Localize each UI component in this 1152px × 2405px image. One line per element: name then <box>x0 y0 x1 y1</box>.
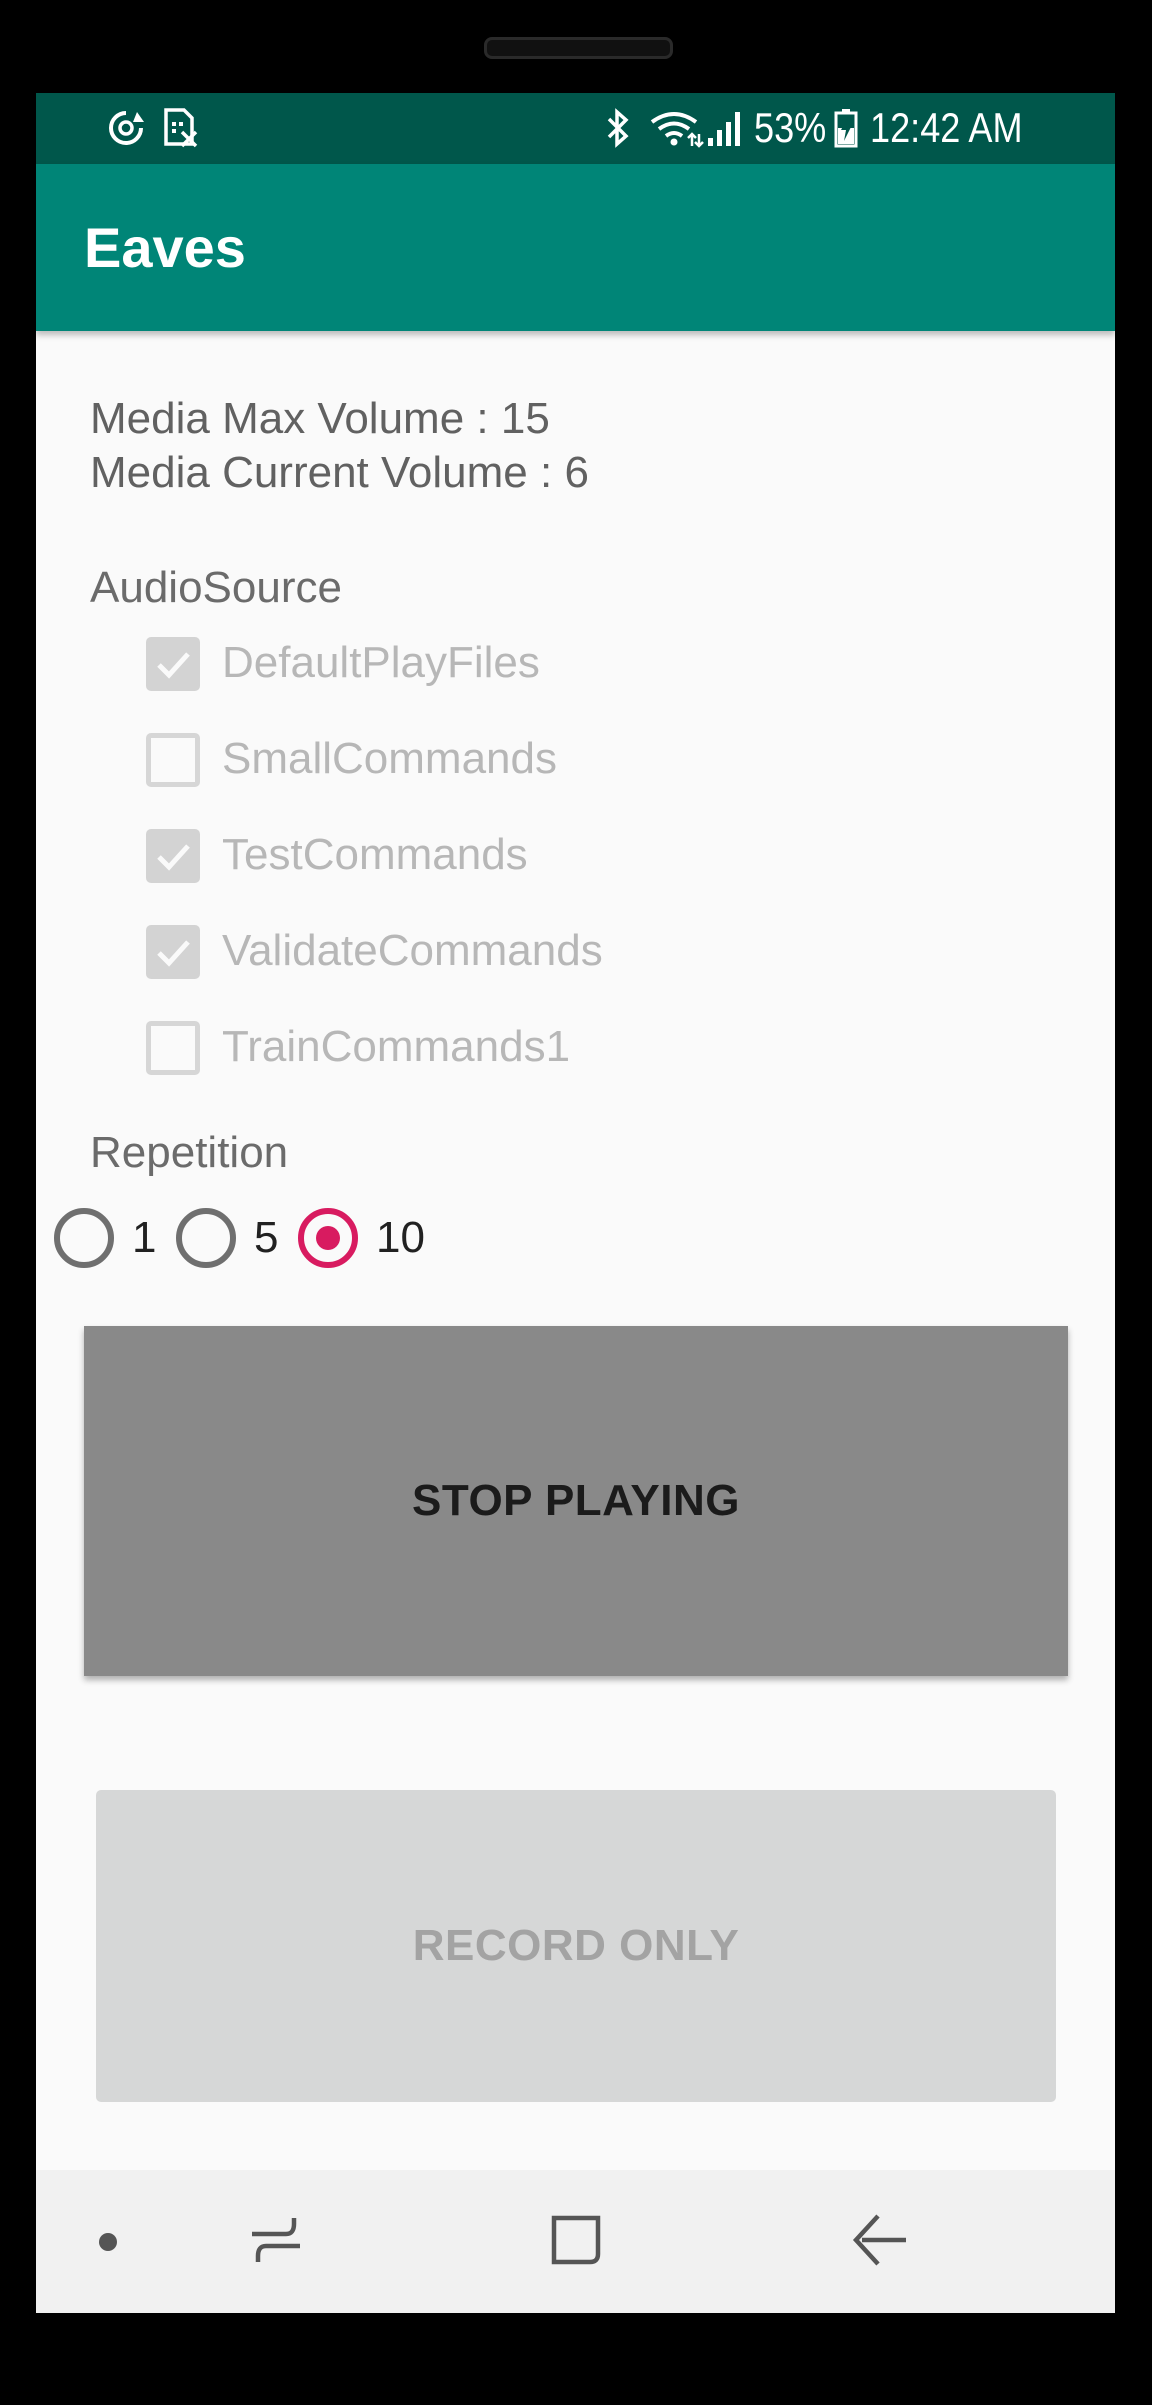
sync-icon <box>109 111 144 145</box>
checkbox-label: TestCommands <box>222 830 528 879</box>
screen: 53% 12:42 AM Eaves Media Max Volume : 15… <box>36 93 1115 2313</box>
checkbox-test-commands[interactable]: TestCommands <box>146 821 846 891</box>
wifi-icon <box>650 112 704 148</box>
checkbox-unchecked-icon[interactable] <box>146 733 200 787</box>
radio-label: 5 <box>254 1213 279 1262</box>
home-icon[interactable] <box>546 2210 606 2270</box>
battery-percent: 53% <box>754 104 827 151</box>
signal-icon <box>708 112 740 146</box>
phone-frame: 53% 12:42 AM Eaves Media Max Volume : 15… <box>0 0 1152 2405</box>
app-bar: Eaves <box>36 164 1115 331</box>
radio-selected-icon[interactable] <box>298 1208 358 1268</box>
checkbox-checked-icon[interactable] <box>146 637 200 691</box>
checkbox-label: ValidateCommands <box>222 926 603 975</box>
checkbox-unchecked-icon[interactable] <box>146 1021 200 1075</box>
radio-option-5[interactable]: 5 <box>176 1198 286 1278</box>
checkbox-checked-icon[interactable] <box>146 925 200 979</box>
checkbox-train-commands-1[interactable]: TrainCommands1 <box>146 1013 846 1077</box>
record-only-button[interactable]: RECORD ONLY <box>96 1790 1056 2102</box>
radio-option-10[interactable]: 10 <box>298 1198 448 1278</box>
audio-source-label: AudioSource <box>90 563 342 612</box>
bluetooth-icon <box>607 108 629 148</box>
checkbox-small-commands[interactable]: SmallCommands <box>146 725 846 795</box>
back-icon[interactable] <box>850 2210 910 2270</box>
checkbox-label: SmallCommands <box>222 734 557 783</box>
stop-playing-button[interactable]: STOP PLAYING <box>84 1326 1068 1676</box>
media-current-volume-text: Media Current Volume : 6 <box>90 448 589 497</box>
checkbox-default-play-files[interactable]: DefaultPlayFiles <box>146 629 846 699</box>
dot-icon[interactable] <box>96 2230 120 2254</box>
navigation-bar <box>36 2170 1115 2313</box>
radio-option-1[interactable]: 1 <box>54 1198 164 1278</box>
radio-unselected-icon[interactable] <box>54 1208 114 1268</box>
status-bar: 53% 12:42 AM <box>36 93 1115 164</box>
checkbox-label: DefaultPlayFiles <box>222 638 540 687</box>
media-max-volume-text: Media Max Volume : 15 <box>90 394 550 443</box>
checkbox-validate-commands[interactable]: ValidateCommands <box>146 917 846 987</box>
radio-label: 1 <box>132 1213 157 1262</box>
status-time: 12:42 AM <box>870 104 1023 151</box>
repetition-radio-group: 1 5 10 <box>54 1198 554 1278</box>
radio-dot <box>316 1226 340 1250</box>
recent-apps-icon[interactable] <box>246 2210 306 2270</box>
earpiece-speaker <box>484 37 673 59</box>
repetition-label: Repetition <box>90 1128 289 1177</box>
checkbox-checked-icon[interactable] <box>146 829 200 883</box>
checkbox-label: TrainCommands1 <box>222 1022 571 1071</box>
app-title: Eaves <box>84 216 246 279</box>
radio-label: 10 <box>376 1213 425 1262</box>
sim-off-icon <box>164 108 198 148</box>
battery-charging-icon <box>834 109 858 148</box>
radio-unselected-icon[interactable] <box>176 1208 236 1268</box>
